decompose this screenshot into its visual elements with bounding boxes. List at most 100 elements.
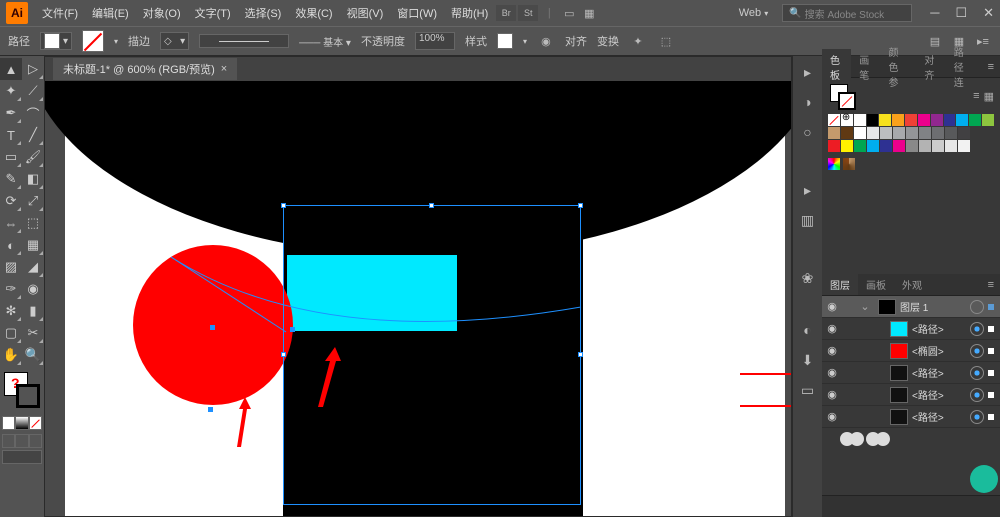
- stroke-swatch-box[interactable]: [16, 384, 40, 408]
- swatch[interactable]: [867, 114, 879, 126]
- line-tool[interactable]: ╱: [22, 124, 44, 146]
- layer-name[interactable]: <路径>: [912, 321, 966, 336]
- tab-appearance[interactable]: 外观: [894, 274, 930, 295]
- anchor-point[interactable]: [208, 407, 213, 412]
- swatch[interactable]: [867, 127, 879, 139]
- artboard-panel-icon[interactable]: ▭: [798, 380, 818, 400]
- layer-row[interactable]: ◉ <路径>: [822, 362, 1000, 384]
- maximize-button[interactable]: ☐: [955, 5, 967, 21]
- color-mode[interactable]: [2, 416, 15, 430]
- menu-view[interactable]: 视图(V): [341, 3, 390, 23]
- swatch[interactable]: [919, 127, 931, 139]
- properties-icon[interactable]: ▸: [798, 62, 818, 82]
- swatch[interactable]: [841, 140, 853, 152]
- menu-select[interactable]: 选择(S): [239, 3, 288, 23]
- style-swatch[interactable]: [497, 33, 513, 49]
- stroke-color[interactable]: [82, 30, 104, 52]
- gradient-tool[interactable]: ◢: [22, 256, 44, 278]
- target-icon[interactable]: [970, 388, 984, 402]
- hand-tool[interactable]: ✋: [0, 344, 22, 366]
- swatch[interactable]: [841, 127, 853, 139]
- visibility-icon[interactable]: ◉: [822, 410, 842, 423]
- mesh-tool[interactable]: ▨: [0, 256, 22, 278]
- fill-dropdown[interactable]: ▾: [40, 32, 72, 50]
- visibility-icon[interactable]: ◉: [822, 366, 842, 379]
- minimize-button[interactable]: ─: [930, 5, 939, 21]
- panel-toggle-1[interactable]: ▤: [926, 32, 944, 50]
- menu-type[interactable]: 文字(T): [189, 3, 237, 23]
- align-link[interactable]: 对齐: [565, 33, 587, 49]
- shape-icon[interactable]: ✦: [629, 32, 647, 50]
- select-indicator[interactable]: [988, 392, 994, 398]
- swatch-none[interactable]: [828, 114, 840, 126]
- target-icon[interactable]: [970, 344, 984, 358]
- anchor-point[interactable]: [290, 327, 295, 332]
- menu-object[interactable]: 对象(O): [137, 3, 187, 23]
- stroke-weight[interactable]: ◇ ▾: [160, 32, 189, 50]
- layer-row[interactable]: ◉ ⌄ 图层 1: [822, 296, 1000, 318]
- panel-menu-icon[interactable]: ≡: [982, 61, 1000, 73]
- eraser-tool[interactable]: ◧: [22, 168, 44, 190]
- swatch[interactable]: [906, 127, 918, 139]
- draw-inside[interactable]: [29, 434, 42, 448]
- search-input[interactable]: 🔍搜索 Adobe Stock: [782, 4, 912, 22]
- artboard-tool[interactable]: ▢: [0, 322, 22, 344]
- swatch-list-icon[interactable]: ≡: [973, 90, 979, 102]
- layer-row[interactable]: ◉ <椭圆>: [822, 340, 1000, 362]
- swatch[interactable]: [905, 114, 917, 126]
- doc-tab-close[interactable]: ×: [221, 63, 227, 75]
- workspace-switcher[interactable]: Web ▾: [739, 7, 769, 19]
- layer-name[interactable]: <椭圆>: [912, 343, 966, 358]
- visibility-icon[interactable]: ◉: [822, 388, 842, 401]
- swatch[interactable]: [880, 140, 892, 152]
- magic-wand-tool[interactable]: ✦: [0, 80, 22, 102]
- swatch[interactable]: [867, 140, 879, 152]
- select-indicator[interactable]: [988, 348, 994, 354]
- target-icon[interactable]: [970, 322, 984, 336]
- swatch[interactable]: [919, 140, 931, 152]
- swatch[interactable]: [958, 127, 970, 139]
- zoom-tool[interactable]: 🔍: [22, 344, 44, 366]
- swatch[interactable]: [932, 127, 944, 139]
- swatch[interactable]: [931, 114, 943, 126]
- tab-layers[interactable]: 图层: [822, 274, 858, 295]
- swatch[interactable]: [945, 127, 957, 139]
- swatch[interactable]: [880, 127, 892, 139]
- menu-file[interactable]: 文件(F): [36, 3, 84, 23]
- layer-row[interactable]: ◉ <路径>: [822, 318, 1000, 340]
- disclosure-icon[interactable]: ⌄: [856, 300, 874, 313]
- swatch[interactable]: [854, 127, 866, 139]
- swatch[interactable]: [893, 140, 905, 152]
- layers-menu-icon[interactable]: ≡: [982, 279, 1000, 291]
- selection-tool[interactable]: ▲: [0, 58, 22, 80]
- type-tool[interactable]: T: [0, 124, 22, 146]
- target-icon[interactable]: [970, 300, 984, 314]
- rotate-tool[interactable]: ⟳: [0, 190, 22, 212]
- pen-tool[interactable]: ✒: [0, 102, 22, 124]
- fill-stroke-control[interactable]: [2, 370, 42, 410]
- layer-name[interactable]: <路径>: [912, 365, 966, 380]
- curvature-tool[interactable]: ⌒: [22, 102, 44, 124]
- select-indicator[interactable]: [988, 370, 994, 376]
- layer-name[interactable]: <路径>: [912, 409, 966, 424]
- help-badge[interactable]: [970, 465, 998, 493]
- direct-selection-tool[interactable]: ▷: [22, 58, 44, 80]
- draw-behind[interactable]: [15, 434, 28, 448]
- scale-tool[interactable]: ⤢: [22, 190, 44, 212]
- swatch[interactable]: [828, 140, 840, 152]
- tab-artboards[interactable]: 画板: [858, 274, 894, 295]
- menu-edit[interactable]: 编辑(E): [86, 3, 135, 23]
- swatch-reg[interactable]: [841, 114, 853, 126]
- bridge-icon[interactable]: Br: [496, 5, 516, 21]
- graph-tool[interactable]: ▮: [22, 300, 44, 322]
- blend-tool[interactable]: ◉: [22, 278, 44, 300]
- swatch[interactable]: [945, 140, 957, 152]
- none-mode[interactable]: [29, 416, 42, 430]
- color-group-1[interactable]: [828, 158, 840, 170]
- transform-link[interactable]: 变换: [597, 33, 619, 49]
- slice-tool[interactable]: ✂: [22, 322, 44, 344]
- close-button[interactable]: ✕: [983, 5, 994, 21]
- canvas[interactable]: [45, 81, 791, 516]
- select-indicator[interactable]: [988, 414, 994, 420]
- layer-name[interactable]: <路径>: [912, 387, 966, 402]
